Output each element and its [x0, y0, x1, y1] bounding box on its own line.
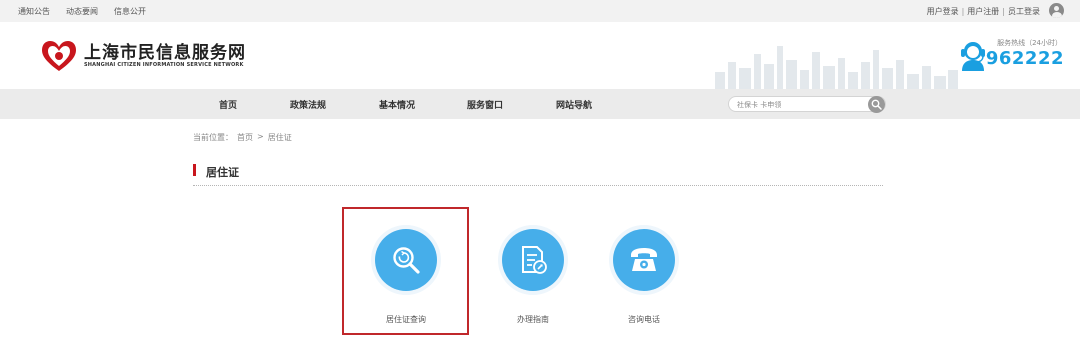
top-link-news[interactable]: 动态要闻 — [66, 6, 98, 17]
nav-item-service-window[interactable]: 服务窗口 — [467, 98, 503, 111]
user-login-link[interactable]: 用户登录 — [927, 6, 959, 17]
separator: | — [961, 7, 965, 16]
breadcrumb-home[interactable]: 首页 — [237, 132, 253, 143]
tile-label: 办理指南 — [517, 315, 549, 324]
user-register-link[interactable]: 用户注册 — [967, 6, 999, 17]
service-tile-hotline[interactable]: 咨询电话 — [606, 225, 682, 325]
breadcrumb-arrow: > — [257, 132, 264, 141]
section-title: 居住证 — [206, 166, 239, 179]
main-nav: 首页 政策法规 基本情况 服务窗口 网站导航 — [0, 89, 1080, 119]
hotline-number: 962222 — [985, 48, 1064, 69]
search-refresh-icon — [393, 247, 420, 274]
nav-item-overview[interactable]: 基本情况 — [379, 98, 415, 111]
top-link-notices[interactable]: 通知公告 — [18, 6, 50, 17]
search-input[interactable] — [737, 99, 862, 110]
tile-circle — [502, 229, 564, 291]
breadcrumb: 当前位置： 首页 > 居住证 — [193, 132, 292, 143]
nav-item-policy[interactable]: 政策法规 — [290, 98, 326, 111]
customer-service-icon — [961, 42, 985, 71]
user-avatar-icon[interactable] — [1049, 3, 1064, 18]
tile-circle — [613, 229, 675, 291]
nav-item-home[interactable]: 首页 — [219, 98, 237, 111]
service-tile-guide[interactable]: 办理指南 — [495, 225, 571, 325]
hotline-label: 服务热线（24小时） — [997, 39, 1062, 47]
tile-label: 咨询电话 — [628, 315, 660, 324]
top-bar: 通知公告 动态要闻 信息公开 用户登录 | 用户注册 | 员工登录 — [0, 0, 1080, 22]
top-link-disclosure[interactable]: 信息公开 — [114, 6, 146, 17]
telephone-icon — [631, 248, 657, 271]
logo-icon[interactable] — [40, 39, 78, 73]
auth-links: 用户登录 | 用户注册 | 员工登录 — [927, 6, 1040, 17]
top-links: 通知公告 动态要闻 信息公开 — [18, 6, 146, 17]
search-box — [728, 96, 886, 112]
breadcrumb-current: 居住证 — [267, 133, 292, 142]
document-guide-icon — [522, 246, 547, 274]
search-icon — [871, 99, 882, 110]
site-header: 上海市民信息服务网 SHANGHAI CITIZEN INFORMATION S… — [0, 22, 1080, 89]
separator: | — [1002, 7, 1005, 16]
tile-circle — [375, 229, 437, 291]
site-name-english: SHANGHAI CITIZEN INFORMATION SERVICE NET… — [84, 62, 244, 68]
section-marker — [193, 164, 196, 176]
divider — [193, 185, 883, 186]
search-button[interactable] — [868, 96, 885, 113]
site-name: 上海市民信息服务网 — [84, 43, 246, 63]
staff-login-link[interactable]: 员工登录 — [1008, 6, 1040, 17]
tile-label: 居住证查询 — [386, 315, 426, 324]
service-tile-residence-query[interactable]: 居住证查询 — [368, 225, 444, 325]
nav-item-sitemap[interactable]: 网站导航 — [556, 98, 592, 111]
skyline-decoration — [715, 46, 958, 89]
breadcrumb-prefix: 当前位置： — [193, 133, 233, 142]
